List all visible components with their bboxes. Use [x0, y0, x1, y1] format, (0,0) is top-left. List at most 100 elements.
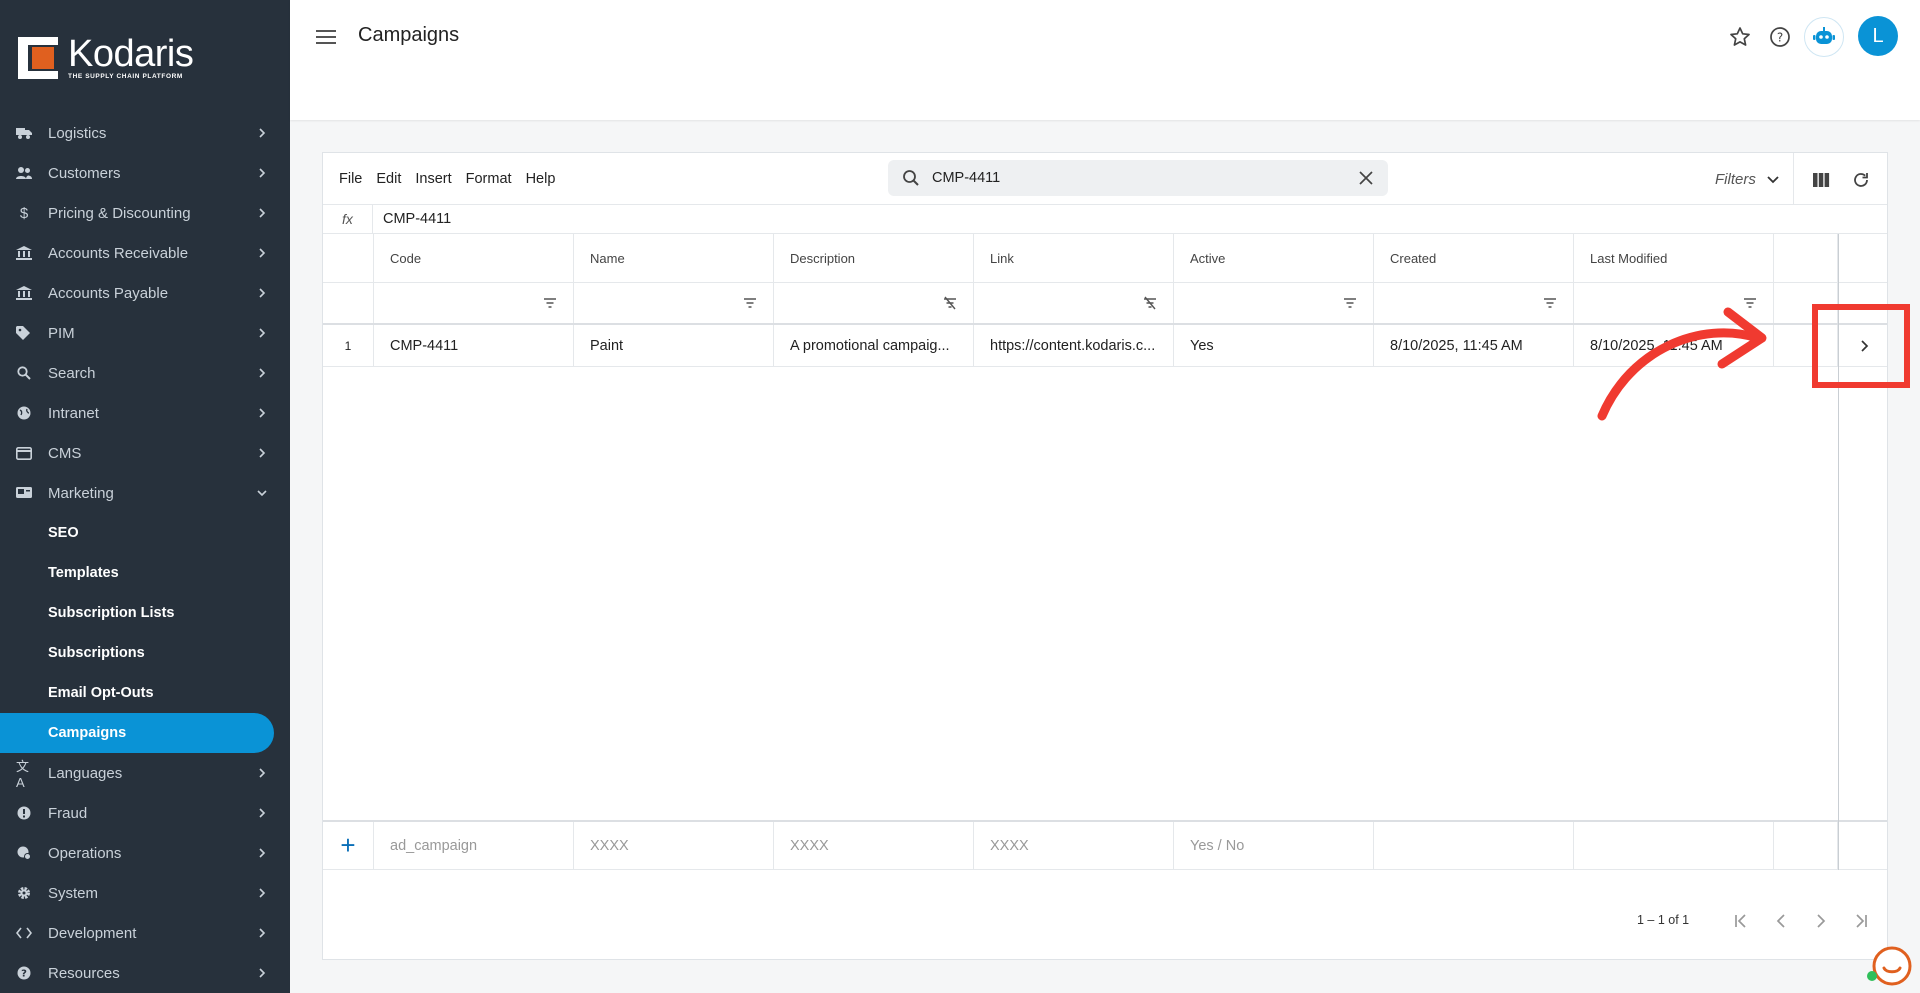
- column-header-description[interactable]: Description: [774, 234, 974, 282]
- search-icon: [16, 366, 32, 380]
- sidebar-item-resources[interactable]: ? Resources: [0, 953, 290, 993]
- column-header-active[interactable]: Active: [1174, 234, 1374, 282]
- column-header-row: Code Name Description Link Active Create…: [323, 234, 1887, 283]
- new-cell-created[interactable]: [1374, 822, 1574, 869]
- filter-cell-active[interactable]: [1174, 283, 1374, 323]
- sidebar-item-pim[interactable]: PIM: [0, 313, 290, 353]
- menu-help[interactable]: Help: [526, 171, 556, 187]
- sidebar-item-cms[interactable]: CMS: [0, 433, 290, 473]
- column-header-code[interactable]: Code: [374, 234, 574, 282]
- search-input[interactable]: [932, 160, 1352, 196]
- sidebar-item-label: Languages: [48, 764, 123, 782]
- menu-file[interactable]: File: [339, 171, 362, 187]
- previous-page-icon[interactable]: [1771, 911, 1791, 931]
- columns-icon[interactable]: [1811, 170, 1831, 190]
- sidebar-item-intranet[interactable]: Intranet: [0, 393, 290, 433]
- sidebar-subitem-email-opt-outs[interactable]: Email Opt-Outs: [0, 673, 290, 713]
- column-header-link[interactable]: Link: [974, 234, 1174, 282]
- chevron-right-icon: [259, 208, 266, 218]
- sidebar-item-system[interactable]: System: [0, 873, 290, 913]
- filter-cell-link[interactable]: [974, 283, 1174, 323]
- menu-icon[interactable]: [316, 29, 336, 45]
- filter-cell-created[interactable]: [1374, 283, 1574, 323]
- dollar-icon: $: [19, 204, 29, 222]
- chevron-right-icon: [259, 248, 266, 258]
- menu-insert[interactable]: Insert: [415, 171, 451, 187]
- sidebar-subitem-subscription-lists[interactable]: Subscription Lists: [0, 593, 290, 633]
- filter-icon[interactable]: [543, 296, 557, 310]
- sidebar-subitem-seo[interactable]: SEO: [0, 513, 290, 553]
- new-cell-code[interactable]: ad_campaign: [374, 822, 574, 869]
- sidebar-item-search[interactable]: Search: [0, 353, 290, 393]
- help-icon[interactable]: ?: [1768, 25, 1792, 49]
- cell-code[interactable]: CMP-4411: [374, 325, 574, 366]
- grid-menu: File Edit Insert Format Help: [339, 171, 555, 187]
- filter-off-icon[interactable]: [1143, 296, 1157, 310]
- sidebar-item-label: Intranet: [48, 404, 99, 422]
- sidebar-item-languages[interactable]: 文A Languages: [0, 753, 290, 793]
- sidebar-item-operations[interactable]: Operations: [0, 833, 290, 873]
- new-cell-active[interactable]: Yes / No: [1174, 822, 1374, 869]
- column-header-last-modified[interactable]: Last Modified: [1574, 234, 1774, 282]
- search-icon: [903, 170, 919, 186]
- filter-off-icon[interactable]: [943, 296, 957, 310]
- filter-icon[interactable]: [743, 296, 757, 310]
- row-number-header: [323, 234, 374, 282]
- logo-name: Kodaris: [68, 33, 194, 75]
- truck-icon: [16, 126, 32, 140]
- page-range: 1 – 1 of 1: [1637, 913, 1690, 927]
- filter-icon[interactable]: [1343, 296, 1357, 310]
- sidebar-item-fraud[interactable]: Fraud: [0, 793, 290, 833]
- kodaris-logo[interactable]: Kodaris THE SUPPLY CHAIN PLATFORM: [18, 33, 194, 80]
- user-avatar[interactable]: L: [1858, 16, 1898, 56]
- add-row-button[interactable]: +: [323, 822, 374, 869]
- menu-edit[interactable]: Edit: [376, 171, 401, 187]
- sidebar-subitem-campaigns[interactable]: Campaigns: [0, 713, 274, 753]
- fx-label: fx: [323, 205, 373, 233]
- chevron-right-icon: [259, 288, 266, 298]
- refresh-icon[interactable]: [1851, 170, 1871, 190]
- cell-created[interactable]: 8/10/2025, 11:45 AM: [1374, 325, 1574, 366]
- star-icon[interactable]: [1728, 25, 1752, 49]
- chevron-right-icon: [259, 848, 266, 858]
- cell-name[interactable]: Paint: [574, 325, 774, 366]
- new-cell-name[interactable]: XXXX: [574, 822, 774, 869]
- cell-link[interactable]: https://content.kodaris.c...: [974, 325, 1174, 366]
- first-page-icon[interactable]: [1731, 911, 1751, 931]
- new-cell-link[interactable]: XXXX: [974, 822, 1174, 869]
- filter-cell-description[interactable]: [774, 283, 974, 323]
- filter-cell-name[interactable]: [574, 283, 774, 323]
- row-number: 1: [323, 325, 374, 366]
- sidebar-item-customers[interactable]: Customers: [0, 153, 290, 193]
- filters-dropdown[interactable]: Filters: [1715, 171, 1780, 188]
- next-page-icon[interactable]: [1811, 911, 1831, 931]
- grid-toolbar: File Edit Insert Format Help Filters: [323, 153, 1887, 205]
- new-cell-spacer: [1774, 822, 1838, 869]
- cell-active[interactable]: Yes: [1174, 325, 1374, 366]
- clear-search-icon[interactable]: [1358, 170, 1374, 186]
- sidebar-item-accounts-payable[interactable]: Accounts Payable: [0, 273, 290, 313]
- cell-description[interactable]: A promotional campaig...: [774, 325, 974, 366]
- filter-icon[interactable]: [1543, 296, 1557, 310]
- sidebar-nav: Logistics Customers $ Pricing & Discount…: [0, 113, 290, 993]
- column-header-name[interactable]: Name: [574, 234, 774, 282]
- sidebar-item-development[interactable]: Development: [0, 913, 290, 953]
- chevron-right-icon: [259, 808, 266, 818]
- chevron-right-icon: [259, 448, 266, 458]
- sidebar-subitem-templates[interactable]: Templates: [0, 553, 290, 593]
- formula-value[interactable]: CMP-4411: [383, 211, 451, 227]
- sidebar-subitem-subscriptions[interactable]: Subscriptions: [0, 633, 290, 673]
- sidebar-item-pricing[interactable]: $ Pricing & Discounting: [0, 193, 290, 233]
- chat-icon[interactable]: [1866, 942, 1912, 988]
- last-page-icon[interactable]: [1851, 911, 1871, 931]
- menu-format[interactable]: Format: [466, 171, 512, 187]
- column-header-created[interactable]: Created: [1374, 234, 1574, 282]
- sidebar-item-marketing[interactable]: Marketing: [0, 473, 290, 513]
- filter-cell-code[interactable]: [374, 283, 574, 323]
- assistant-button[interactable]: [1804, 17, 1844, 57]
- new-cell-description[interactable]: XXXX: [774, 822, 974, 869]
- sidebar-item-logistics[interactable]: Logistics: [0, 113, 290, 153]
- new-cell-last-modified[interactable]: [1574, 822, 1774, 869]
- help-icon: ?: [16, 966, 32, 980]
- sidebar-item-accounts-receivable[interactable]: Accounts Receivable: [0, 233, 290, 273]
